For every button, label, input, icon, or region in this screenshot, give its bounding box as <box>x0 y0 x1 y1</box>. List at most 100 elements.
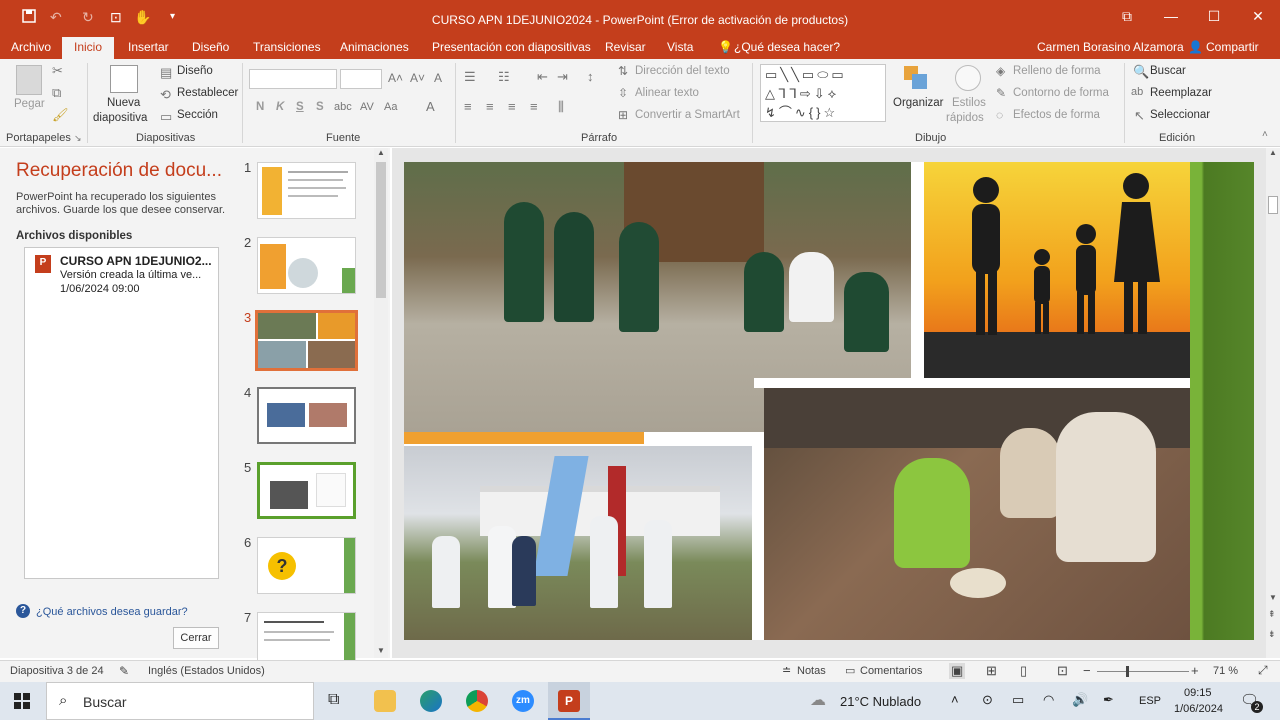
close-recovery-button[interactable]: Cerrar <box>173 627 219 649</box>
tab-revisar[interactable]: Revisar <box>605 40 646 54</box>
shape-outline-button[interactable]: Contorno de forma <box>1013 87 1109 99</box>
minimize-button[interactable]: — <box>1156 8 1186 24</box>
scroll-down-icon[interactable]: ▼ <box>377 646 385 655</box>
ribbon-display-icon[interactable]: ⧉ <box>1112 8 1142 25</box>
section-button[interactable]: Sección <box>177 109 218 121</box>
justify-icon[interactable]: ≡ <box>530 99 538 114</box>
battery-icon[interactable]: ▭ <box>1012 692 1024 708</box>
tell-me-input[interactable]: ¿Qué desea hacer? <box>734 40 840 54</box>
italic-button[interactable]: K <box>276 101 284 113</box>
quick-styles-label-1[interactable]: Estilos <box>952 97 986 109</box>
powerpoint-taskbar-item[interactable]: P <box>548 682 590 720</box>
bullets-icon[interactable]: ☰ <box>464 69 476 85</box>
zoom-in-button[interactable]: + <box>1191 663 1199 678</box>
tab-diseno[interactable]: Diseño <box>192 40 229 54</box>
zoom-slider-thumb[interactable] <box>1126 666 1129 677</box>
paste-button[interactable]: Pegar <box>14 98 45 110</box>
close-button[interactable]: ✕ <box>1243 8 1273 25</box>
scroll-down-icon[interactable]: ▼ <box>1269 593 1277 602</box>
grow-font-icon[interactable]: A˄ <box>388 71 403 85</box>
convert-smartart-button[interactable]: Convertir a SmartArt <box>635 109 740 121</box>
line-spacing-icon[interactable]: ↕ <box>587 69 594 84</box>
char-spacing-icon[interactable]: AV <box>360 101 374 113</box>
tab-animaciones[interactable]: Animaciones <box>340 40 409 54</box>
slide-thumbnail-1[interactable] <box>257 162 356 219</box>
align-left-icon[interactable]: ≡ <box>464 99 472 114</box>
slide-thumbnail-3-selected[interactable] <box>255 310 358 371</box>
columns-icon[interactable]: ⫼ <box>558 99 564 115</box>
school-flag-photo[interactable] <box>404 446 752 640</box>
taskbar-search[interactable]: ⌕ Buscar <box>46 682 314 720</box>
shape-fill-button[interactable]: Relleno de forma <box>1013 65 1101 77</box>
show-hidden-icons[interactable]: ˄ <box>951 692 959 707</box>
file-explorer-icon[interactable] <box>374 690 396 712</box>
scroll-thumb[interactable] <box>376 162 386 298</box>
normal-view-icon[interactable]: ▣ <box>949 663 966 679</box>
input-language[interactable]: ESP <box>1139 695 1161 707</box>
change-case-icon[interactable]: Aa <box>384 101 397 113</box>
slideshow-icon[interactable]: ⊡ <box>1057 663 1068 679</box>
bold-button[interactable]: N <box>256 101 264 113</box>
decrease-indent-icon[interactable]: ⇤ <box>537 69 548 85</box>
notes-button[interactable]: Notas <box>797 665 826 677</box>
shrink-font-icon[interactable]: A˅ <box>410 71 425 85</box>
slide-scrollbar[interactable]: ▲ ▼ ⇞ ⇟ <box>1266 148 1280 658</box>
select-button[interactable]: Seleccionar <box>1150 109 1210 121</box>
share-button[interactable]: Compartir <box>1206 40 1259 54</box>
next-slide-icon[interactable]: ⇟ <box>1268 629 1276 640</box>
shapes-gallery[interactable]: ▭╲╲▭⬭▭ △ᒣᒣ⇨⇩⟡ ↯⌒∿{}☆ <box>760 64 886 122</box>
align-text-button[interactable]: Alinear texto <box>635 87 699 99</box>
font-name-input[interactable] <box>249 69 337 89</box>
copy-icon[interactable]: ⧉ <box>52 85 61 101</box>
spellcheck-icon[interactable]: ✎ <box>119 664 129 678</box>
slide-thumbnail-6[interactable]: ? <box>257 537 356 594</box>
tab-transiciones[interactable]: Transiciones <box>253 40 321 54</box>
zoom-app-icon[interactable]: zm <box>512 690 534 712</box>
weather-text[interactable]: 21°C Nublado <box>840 694 921 709</box>
wifi-icon[interactable]: ◠ <box>1043 692 1054 708</box>
quick-styles-label-2[interactable]: rápidos <box>946 112 984 124</box>
reset-button[interactable]: Restablecer <box>177 87 238 99</box>
shape-effects-button[interactable]: Efectos de forma <box>1013 109 1100 121</box>
recovered-file-item[interactable]: P CURSO APN 1DEJUNIO2... Versión creada … <box>27 250 216 300</box>
chrome-icon[interactable] <box>466 690 488 712</box>
text-direction-button[interactable]: Dirección del texto <box>635 65 730 77</box>
font-size-input[interactable] <box>340 69 382 89</box>
paste-icon[interactable] <box>16 65 42 95</box>
slide-sorter-icon[interactable]: ⊞ <box>986 663 997 679</box>
pen-icon[interactable]: ✒ <box>1103 692 1114 708</box>
new-slide-label-1[interactable]: Nueva <box>107 97 140 109</box>
strikethrough-icon[interactable]: abc <box>334 101 352 113</box>
tab-archivo[interactable]: Archivo <box>11 40 51 54</box>
thumbnail-scrollbar[interactable]: ▲ ▼ <box>374 148 388 658</box>
format-painter-icon[interactable]: 🖌 <box>52 107 69 123</box>
underline-button[interactable]: S <box>296 101 304 113</box>
clock-time[interactable]: 09:15 <box>1184 687 1212 699</box>
meet-now-icon[interactable]: ⊙ <box>982 692 993 708</box>
fit-to-window-icon[interactable]: ⤢ <box>1258 663 1268 678</box>
edge-icon[interactable] <box>420 690 442 712</box>
slide-thumbnail-5[interactable] <box>257 462 356 519</box>
account-name[interactable]: Carmen Borasino Alzamora <box>1037 40 1184 54</box>
windows-start-icon[interactable] <box>14 693 30 709</box>
tab-presentacion[interactable]: Presentación con diapositivas <box>432 40 591 54</box>
clock-date[interactable]: 1/06/2024 <box>1174 703 1223 715</box>
tab-vista[interactable]: Vista <box>667 40 693 54</box>
which-files-link[interactable]: ¿Qué archivos desea guardar? <box>36 606 188 618</box>
font-color-icon[interactable]: A <box>426 99 435 114</box>
zoom-slider[interactable] <box>1097 671 1189 672</box>
dialog-launcher-icon[interactable]: ↘ <box>74 133 82 144</box>
reading-view-icon[interactable]: ▯ <box>1020 663 1027 679</box>
volume-icon[interactable]: 🔊 <box>1072 692 1088 708</box>
slide-thumbnail-4[interactable] <box>257 387 356 444</box>
task-view-icon[interactable]: ⧉ <box>328 691 339 709</box>
new-slide-label-2[interactable]: diapositiva <box>93 112 147 124</box>
family-silhouette-photo[interactable] <box>924 162 1190 378</box>
increase-indent-icon[interactable]: ⇥ <box>557 69 568 85</box>
arrange-button[interactable]: Organizar <box>893 97 944 109</box>
zoom-out-button[interactable]: − <box>1083 663 1091 678</box>
clear-format-icon[interactable]: A <box>434 71 442 85</box>
cut-icon[interactable]: ✂ <box>52 63 63 79</box>
slide-canvas[interactable] <box>404 162 1254 640</box>
slide-thumbnail-2[interactable] <box>257 237 356 294</box>
